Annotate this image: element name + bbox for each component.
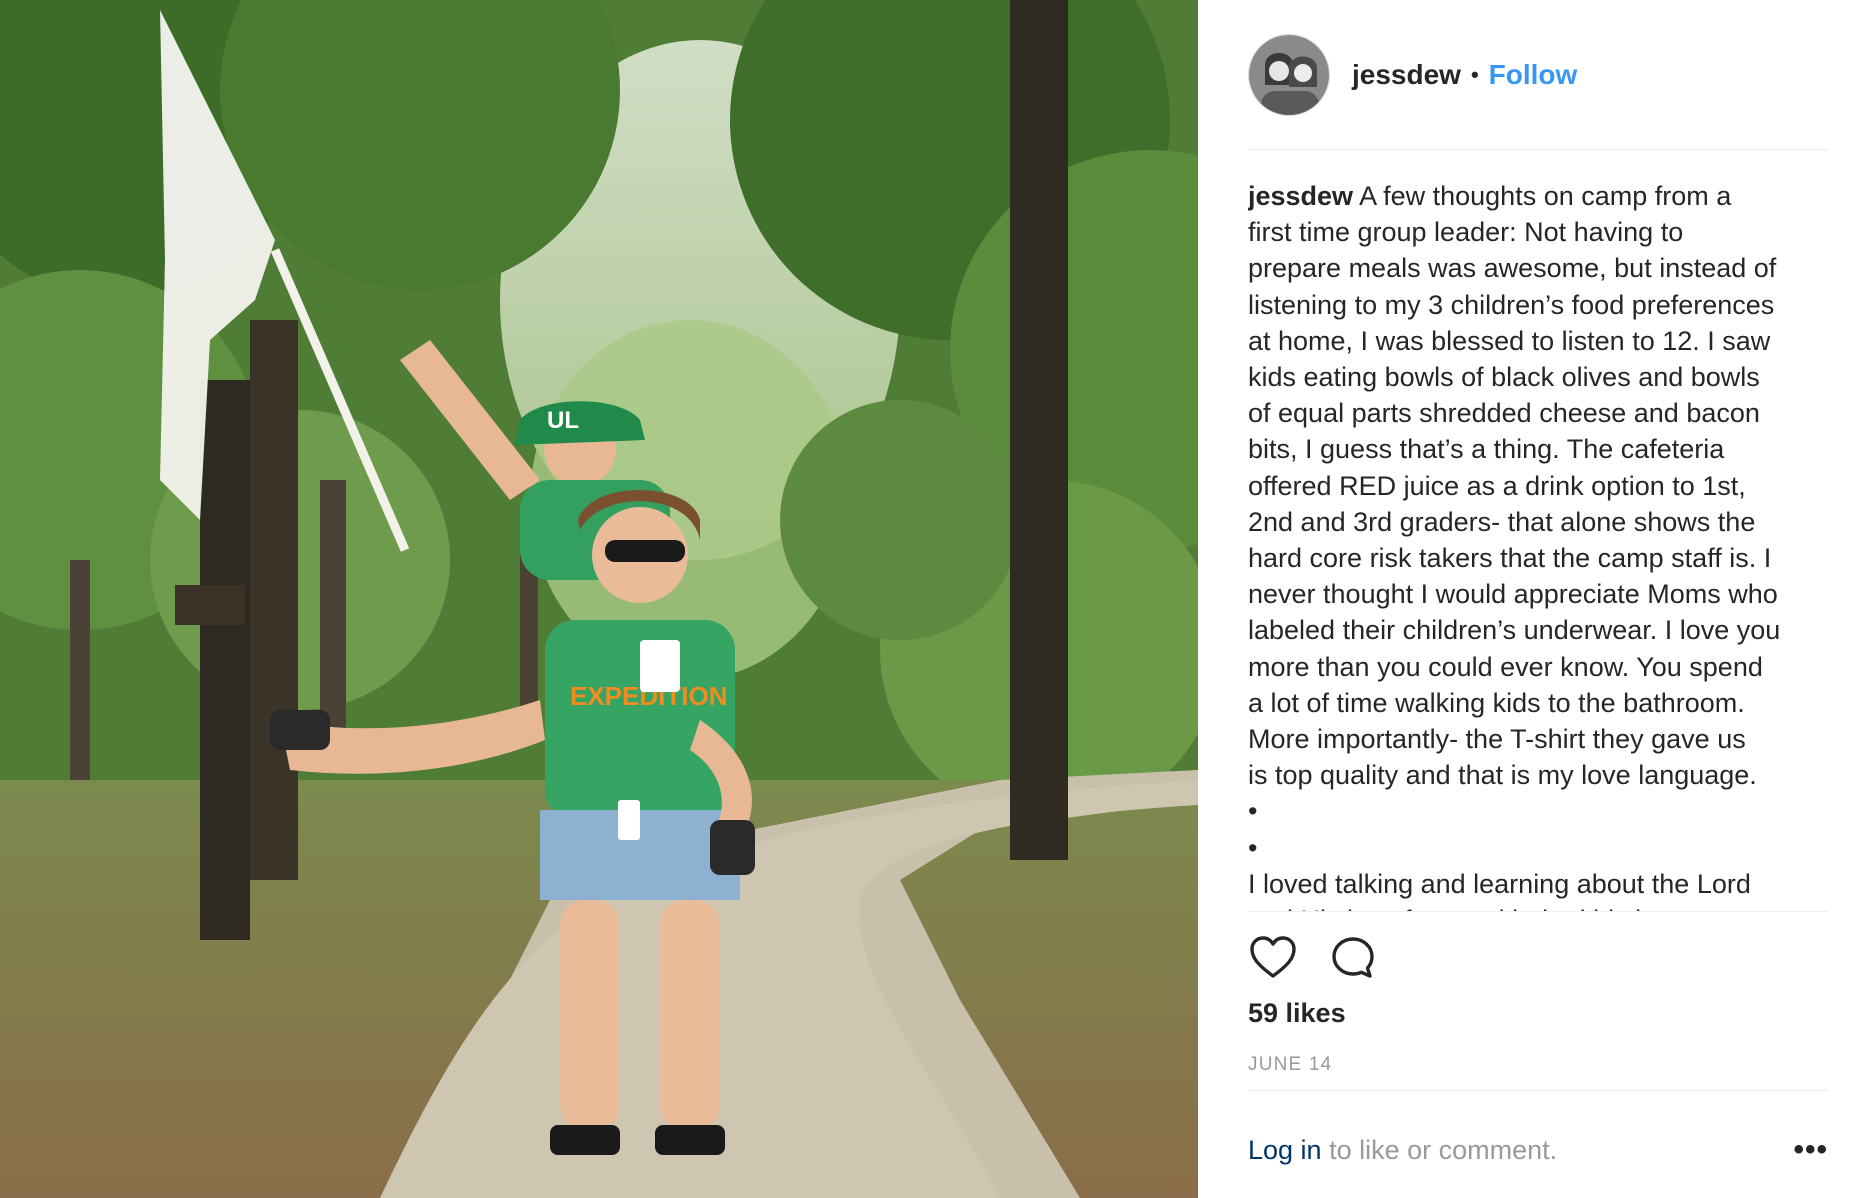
post-footer: Log in to like or comment. •••	[1248, 1128, 1828, 1172]
header-username[interactable]: jessdew	[1352, 59, 1461, 91]
caption-line: •	[1248, 796, 1258, 827]
divider	[1248, 1090, 1828, 1091]
heart-icon[interactable]	[1248, 933, 1298, 983]
caption-line: •	[1248, 832, 1258, 863]
caption-text: A few thoughts on camp from a	[1359, 181, 1732, 211]
likes-count[interactable]: 59 likes	[1248, 998, 1346, 1029]
caption-line: first time group leader: Not having to	[1248, 217, 1684, 248]
caption-line: more than you could ever know. You spend	[1248, 651, 1763, 682]
caption: jessdew A few thoughts on camp from a fi…	[1248, 150, 1828, 911]
caption-line: of equal parts shredded cheese and bacon	[1248, 398, 1760, 429]
follow-button[interactable]: Follow	[1489, 59, 1578, 91]
comment-icon[interactable]	[1328, 933, 1378, 983]
caption-line: listening to my 3 children’s food prefer…	[1248, 289, 1775, 320]
post-date: JUNE 14	[1248, 1054, 1333, 1075]
caption-line: bits, I guess that’s a thing. The cafete…	[1248, 434, 1725, 465]
avatar[interactable]	[1248, 33, 1330, 116]
post-photo[interactable]: UL EXPEDITION	[0, 0, 1198, 1198]
caption-line: kids eating bowls of black olives and bo…	[1248, 362, 1760, 393]
caption-line: at home, I was blessed to listen to 12. …	[1248, 325, 1771, 356]
login-prompt-text: to like or comment.	[1321, 1134, 1558, 1165]
caption-line: never thought I would appreciate Moms wh…	[1248, 579, 1778, 610]
header-text: jessdew • Follow	[1352, 59, 1577, 91]
post-header: jessdew • Follow	[1248, 30, 1828, 150]
post-photo-illustration: UL EXPEDITION	[0, 0, 1198, 1198]
caption-line: a lot of time walking kids to the bathro…	[1248, 687, 1745, 718]
caption-line: I loved talking and learning about the L…	[1248, 868, 1751, 899]
heart-icon-glyph	[1250, 936, 1296, 978]
instagram-post: UL EXPEDITION jessdew • Follow jessdew A…	[0, 0, 1860, 1198]
caption-line: More importantly- the T-shirt they gave …	[1248, 724, 1746, 755]
caption-line: and His love for us with the kids but	[1248, 902, 1828, 911]
caption-line: 2nd and 3rd graders- that alone shows th…	[1248, 506, 1756, 537]
login-prompt: Log in to like or comment.	[1248, 1135, 1557, 1166]
caption-line: hard core risk takers that the camp staf…	[1248, 543, 1772, 574]
post-actions	[1248, 928, 1828, 988]
more-options-button[interactable]: •••	[1793, 1135, 1828, 1165]
cap-logo: UL	[547, 407, 579, 434]
caption-line: offered RED juice as a drink option to 1…	[1248, 470, 1746, 501]
caption-line: prepare meals was awesome, but instead o…	[1248, 253, 1777, 284]
caption-line: is top quality and that is my love langu…	[1248, 760, 1757, 791]
caption-line: labeled their children’s underwear. I lo…	[1248, 615, 1781, 646]
caption-scroll-area[interactable]: jessdew A few thoughts on camp from a fi…	[1248, 150, 1828, 912]
caption-username[interactable]: jessdew	[1248, 181, 1353, 211]
avatar-image	[1249, 34, 1329, 115]
login-link[interactable]: Log in	[1248, 1135, 1322, 1165]
comment-icon-glyph	[1332, 937, 1374, 978]
caption-line: jessdew A few thoughts on camp from a	[1248, 178, 1828, 214]
post-side-panel: jessdew • Follow jessdew A few thoughts …	[1198, 0, 1860, 1198]
header-separator: •	[1470, 61, 1479, 87]
